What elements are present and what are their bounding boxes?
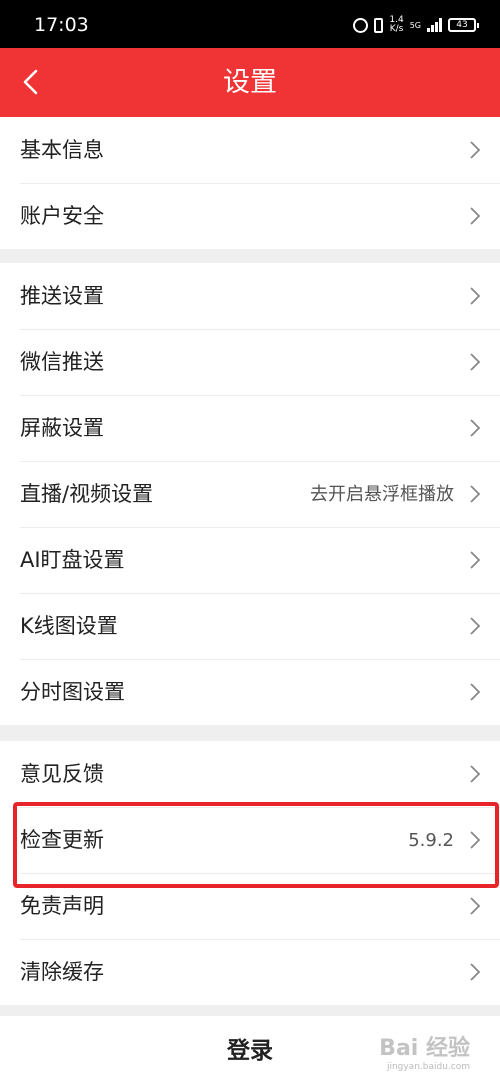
chevron-right-icon — [470, 831, 481, 849]
chevron-right-icon — [470, 207, 481, 225]
settings-item-label: 免责声明 — [20, 894, 104, 918]
battery-level: 43 — [456, 20, 468, 30]
settings-item-kline[interactable]: K线图设置 — [0, 593, 500, 659]
chevron-right-icon — [470, 963, 481, 981]
settings-item-label: K线图设置 — [20, 614, 118, 638]
status-icons: 1.4 K/s 5G 43 — [353, 16, 479, 34]
page-title: 设置 — [223, 67, 277, 98]
settings-item-label: 微信推送 — [20, 350, 104, 374]
signal-icon — [427, 18, 442, 32]
settings-item-label: AI盯盘设置 — [20, 548, 125, 572]
chevron-right-icon — [470, 141, 481, 159]
settings-item-push[interactable]: 推送设置 — [0, 263, 500, 329]
watermark-logo: Bai 经验 — [379, 1036, 470, 1061]
settings-item-live-video[interactable]: 直播/视频设置 去开启悬浮框播放 — [0, 461, 500, 527]
settings-item-timeshare[interactable]: 分时图设置 — [0, 659, 500, 725]
settings-group-account: 基本信息 账户安全 — [0, 117, 500, 249]
settings-item-check-update[interactable]: 检查更新 5.9.2 — [0, 807, 500, 873]
settings-item-label: 直播/视频设置 — [20, 482, 154, 506]
status-time: 17:03 — [34, 14, 89, 36]
settings-item-label: 账户安全 — [20, 204, 104, 228]
settings-item-label: 基本信息 — [20, 138, 104, 162]
app-header: 设置 — [0, 48, 500, 117]
settings-item-clear-cache[interactable]: 清除缓存 — [0, 939, 500, 1005]
chevron-right-icon — [470, 419, 481, 437]
chevron-right-icon — [470, 897, 481, 915]
status-bar: 17:03 1.4 K/s 5G 43 — [0, 0, 500, 48]
network-speed: 1.4 K/s — [389, 16, 403, 34]
settings-item-wechat-push[interactable]: 微信推送 — [0, 329, 500, 395]
settings-item-label: 屏蔽设置 — [20, 416, 104, 440]
settings-item-label: 清除缓存 — [20, 960, 104, 984]
settings-group-about: 意见反馈 检查更新 5.9.2 免责声明 清除缓存 — [0, 741, 500, 1005]
settings-group-display: 推送设置 微信推送 屏蔽设置 直播/视频设置 去开启悬浮框播放 AI盯盘设置 K… — [0, 263, 500, 725]
network-speed-unit: K/s — [389, 24, 404, 34]
settings-item-label: 意见反馈 — [20, 762, 104, 786]
alarm-icon — [353, 17, 369, 33]
chevron-right-icon — [470, 485, 481, 503]
settings-item-label: 分时图设置 — [20, 680, 125, 704]
chevron-right-icon — [470, 765, 481, 783]
watermark-url: jingyan.baidu.com — [386, 1062, 470, 1072]
settings-item-value: 去开启悬浮框播放 — [310, 484, 454, 505]
settings-item-label: 推送设置 — [20, 284, 104, 308]
network-type: 5G — [409, 20, 421, 30]
chevron-right-icon — [470, 287, 481, 305]
battery-icon: 43 — [448, 18, 479, 32]
vibrate-icon — [374, 17, 384, 33]
settings-item-ai-watch[interactable]: AI盯盘设置 — [0, 527, 500, 593]
settings-item-account-security[interactable]: 账户安全 — [0, 183, 500, 249]
settings-item-basic-info[interactable]: 基本信息 — [0, 117, 500, 183]
chevron-right-icon — [470, 353, 481, 371]
chevron-right-icon — [470, 617, 481, 635]
settings-item-disclaimer[interactable]: 免责声明 — [0, 873, 500, 939]
chevron-right-icon — [470, 551, 481, 569]
settings-item-feedback[interactable]: 意见反馈 — [0, 741, 500, 807]
chevron-right-icon — [470, 683, 481, 701]
app-version: 5.9.2 — [408, 830, 454, 851]
settings-item-label: 检查更新 — [20, 828, 104, 852]
settings-item-block[interactable]: 屏蔽设置 — [0, 395, 500, 461]
